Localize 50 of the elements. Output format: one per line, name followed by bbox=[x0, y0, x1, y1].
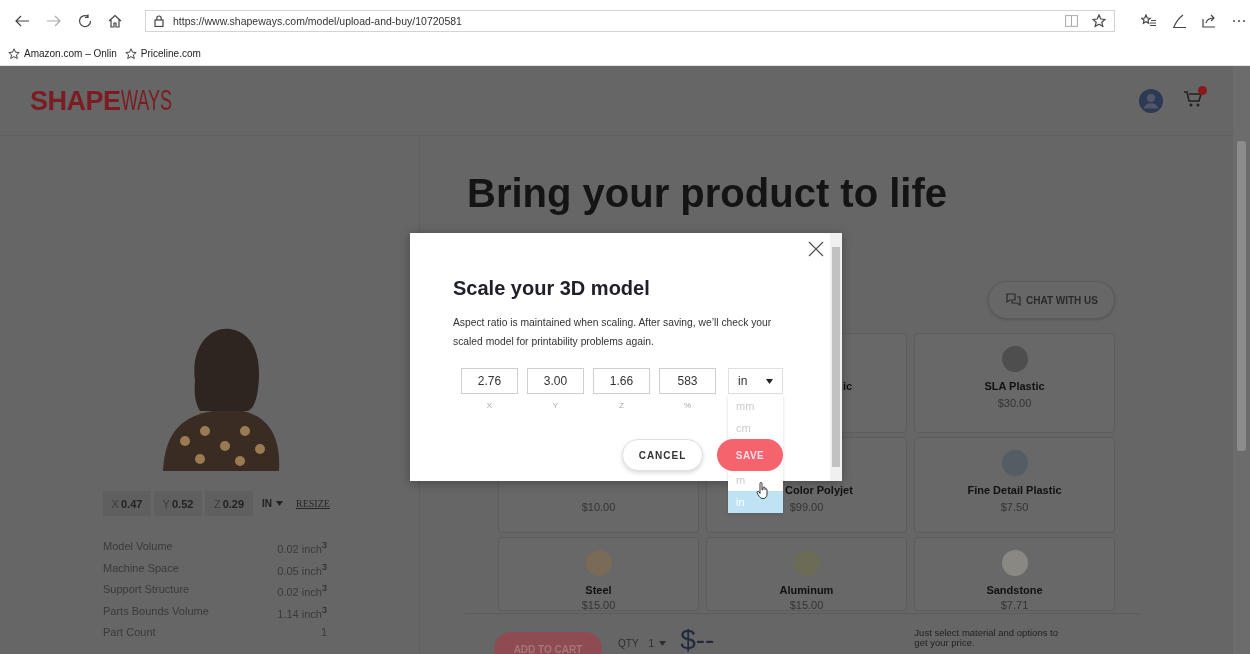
favorites-list-icon[interactable] bbox=[1141, 14, 1156, 28]
quantity-dropdown[interactable]: 1 bbox=[648, 638, 667, 649]
dimension-field[interactable]: 2.76 bbox=[461, 368, 518, 394]
hand-cursor-icon bbox=[756, 482, 768, 499]
url-text: https://www.shapeways.com/model/upload-and-buy/10720581 bbox=[173, 15, 463, 27]
price-hint: Just select material and options to get your price. bbox=[914, 628, 1059, 648]
refresh-icon[interactable] bbox=[78, 14, 92, 28]
price-text: $-- bbox=[680, 624, 715, 654]
address-bar[interactable]: https://www.shapeways.com/model/upload-and-buy/10720581 bbox=[145, 10, 1115, 32]
dimension-field[interactable]: 3.00 bbox=[527, 368, 584, 394]
material-name: Sandstone bbox=[986, 584, 1043, 596]
unit-select[interactable]: in bbox=[728, 368, 783, 394]
close-icon[interactable] bbox=[808, 241, 824, 257]
scrollbar[interactable] bbox=[830, 233, 842, 481]
home-icon[interactable] bbox=[108, 14, 122, 28]
dialog-description: Aspect ratio is maintained when scaling. After saving, we’ll check your scaled model for printability problems again. bbox=[453, 316, 773, 349]
star-icon[interactable] bbox=[1092, 14, 1106, 28]
material-name: Fine Detail Plastic bbox=[967, 484, 1062, 498]
unit-dropdown[interactable]: IN bbox=[262, 498, 283, 509]
caret-icon bbox=[766, 378, 773, 384]
shapeways-logo[interactable]: SHAPEWAYS bbox=[30, 84, 1139, 117]
dialog-title: Scale your 3D model bbox=[453, 277, 650, 300]
share-icon[interactable] bbox=[1202, 14, 1216, 28]
field-label: % bbox=[683, 401, 692, 410]
chat-button[interactable]: CHAT WITH US bbox=[987, 281, 1115, 319]
material-name: ic bbox=[843, 380, 853, 394]
cancel-button[interactable]: CANCEL bbox=[622, 439, 703, 471]
field-label: Y bbox=[552, 401, 559, 410]
back-arrow-icon[interactable] bbox=[14, 14, 30, 28]
material-name: SLA Plastic bbox=[984, 380, 1045, 394]
dimension-field[interactable]: 1.66 bbox=[593, 368, 650, 394]
caret-icon bbox=[659, 641, 667, 646]
pen-icon[interactable] bbox=[1172, 14, 1186, 28]
resize-link[interactable]: RESIZE bbox=[296, 498, 330, 509]
field-label: Z bbox=[619, 401, 624, 410]
lock-icon bbox=[154, 15, 164, 27]
more-icon[interactable] bbox=[1232, 19, 1246, 23]
chat-bubbles-icon bbox=[1004, 293, 1021, 307]
field-label: X bbox=[486, 401, 493, 410]
page-heading: Bring your product to life bbox=[467, 171, 948, 215]
save-button[interactable]: SAVE bbox=[717, 439, 783, 471]
material-name: Steel bbox=[585, 584, 612, 596]
dimension-field[interactable]: 583 bbox=[659, 368, 716, 394]
caret-icon bbox=[276, 501, 283, 506]
material-name: Aluminum bbox=[779, 584, 834, 596]
material-name: Color Polyjet bbox=[785, 484, 853, 498]
favorite-link[interactable]: Amazon.com – Onlin bbox=[24, 48, 117, 59]
star-icon bbox=[8, 47, 20, 60]
favorite-link[interactable]: Priceline.com bbox=[140, 48, 201, 59]
star-icon bbox=[124, 47, 137, 60]
